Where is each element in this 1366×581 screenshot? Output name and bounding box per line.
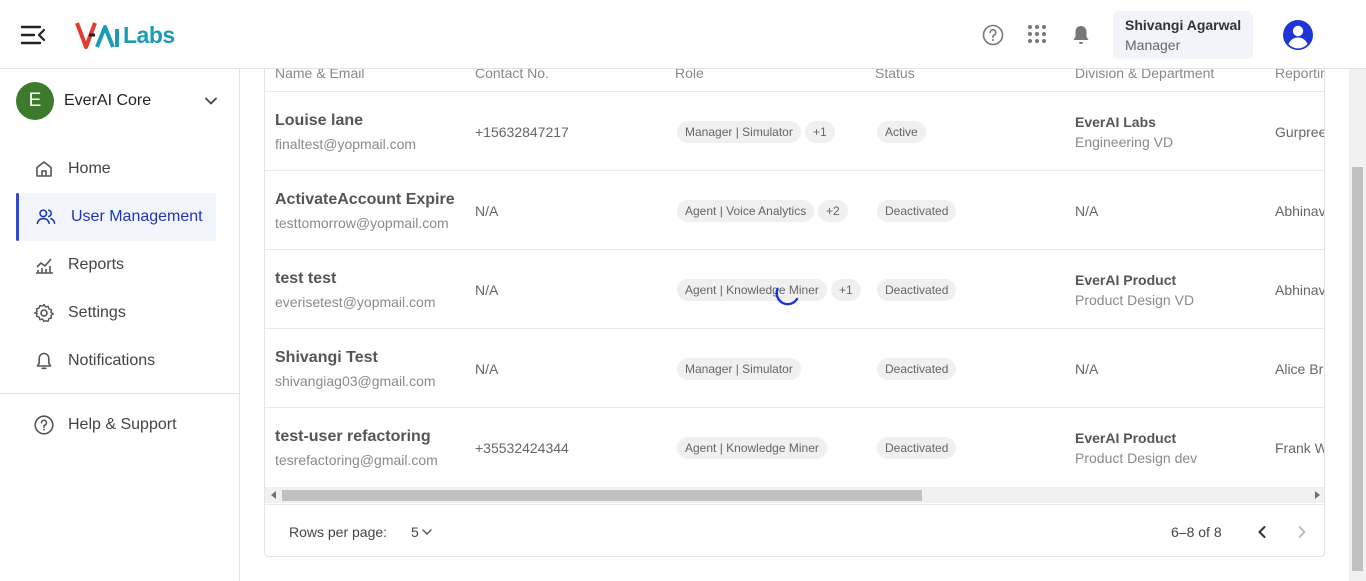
user-contact: +35532424344 bbox=[475, 440, 569, 456]
department-name: Product Design dev bbox=[1075, 450, 1198, 466]
user-email: everisetest@yopmail.com bbox=[275, 294, 436, 310]
status-badge: Deactivated bbox=[877, 200, 957, 222]
user-contact: N/A bbox=[475, 361, 499, 377]
user-contact: N/A bbox=[475, 203, 499, 219]
table-row[interactable]: Shivangi Test shivangiag03@gmail.com N/A… bbox=[265, 329, 1324, 408]
user-email: finaltest@yopmail.com bbox=[275, 136, 417, 152]
user-role: Manager bbox=[1125, 37, 1181, 53]
sidebar-item-home[interactable]: Home bbox=[0, 145, 239, 193]
table-row[interactable]: ActivateAccount Expire testtomorrow@yopm… bbox=[265, 171, 1325, 250]
loading-spinner-icon bbox=[775, 287, 799, 306]
reporting-manager: Frank W bbox=[1275, 440, 1325, 456]
sidebar-divider bbox=[0, 393, 239, 394]
sidebar-item-user-management[interactable]: User Management bbox=[16, 193, 216, 241]
logo-text: Labs bbox=[123, 21, 175, 48]
sidebar-item-label: User Management bbox=[71, 208, 203, 225]
rows-per-page-label: Rows per page: bbox=[289, 524, 388, 540]
sidebar-item-label: Help & Support bbox=[68, 416, 177, 433]
sidebar-item-settings[interactable]: Settings bbox=[0, 289, 239, 337]
page-range: 6–8 of 8 bbox=[1171, 524, 1222, 540]
chart-icon bbox=[34, 255, 54, 275]
org-avatar: E bbox=[16, 82, 54, 120]
org-switcher[interactable]: E EverAI Core bbox=[16, 82, 226, 120]
chevron-right-icon bbox=[1298, 526, 1306, 538]
division-name: EverAI Labs bbox=[1075, 114, 1156, 130]
scrollbar-thumb[interactable] bbox=[1352, 167, 1363, 571]
status-badge: Deactivated bbox=[877, 279, 957, 301]
top-header: Labs Shivangi Agarwal Manager bbox=[0, 0, 1366, 69]
sidebar: E EverAI Core Home User Management Repor… bbox=[0, 69, 240, 581]
user-email: tesrefactoring@gmail.com bbox=[275, 452, 438, 468]
reporting-manager: Abhinav bbox=[1275, 282, 1325, 298]
role-extra-chip[interactable]: +2 bbox=[818, 200, 848, 222]
chevron-left-icon bbox=[1258, 526, 1266, 538]
status-badge: Deactivated bbox=[877, 358, 957, 380]
menu-collapse-icon[interactable] bbox=[20, 22, 46, 48]
division-name: EverAI Product bbox=[1075, 430, 1177, 446]
bell-icon[interactable] bbox=[1071, 24, 1093, 46]
help-circle-icon[interactable] bbox=[982, 24, 1004, 46]
logo-mark bbox=[75, 22, 119, 49]
scroll-left-icon[interactable] bbox=[271, 491, 276, 499]
horizontal-scrollbar[interactable] bbox=[265, 487, 1324, 503]
user-email: testtomorrow@yopmail.com bbox=[275, 215, 449, 231]
sidebar-nav: Home User Management Reports Settings No… bbox=[0, 145, 239, 385]
sidebar-item-label: Notifications bbox=[68, 352, 156, 369]
bell-icon bbox=[34, 351, 54, 371]
user-email: shivangiag03@gmail.com bbox=[275, 373, 436, 389]
sidebar-item-reports[interactable]: Reports bbox=[0, 241, 239, 289]
chevron-down-icon bbox=[422, 529, 432, 535]
apps-grid-icon[interactable] bbox=[1027, 24, 1049, 46]
department-name: Product Design VD bbox=[1075, 292, 1195, 308]
sidebar-item-help-support[interactable]: Help & Support bbox=[0, 401, 239, 449]
division-name: N/A bbox=[1075, 203, 1099, 219]
previous-page-button[interactable] bbox=[1252, 522, 1272, 542]
user-name: Shivangi Test bbox=[275, 349, 378, 366]
scrollbar-thumb[interactable] bbox=[282, 490, 922, 501]
org-name: EverAI Core bbox=[64, 92, 152, 109]
role-chip: Agent | Voice Analytics bbox=[677, 200, 815, 222]
sidebar-item-label: Settings bbox=[68, 304, 126, 321]
user-name: test-user refactoring bbox=[275, 428, 431, 445]
user-avatar-icon[interactable] bbox=[1282, 19, 1314, 51]
sidebar-item-label: Reports bbox=[68, 256, 125, 273]
sidebar-item-label: Home bbox=[68, 160, 111, 177]
user-profile-chip[interactable]: Shivangi Agarwal Manager bbox=[1113, 11, 1253, 59]
gear-icon bbox=[34, 303, 54, 323]
role-chip: Manager | Simulator bbox=[677, 121, 801, 143]
next-page-button[interactable] bbox=[1292, 522, 1312, 542]
division-name: N/A bbox=[1075, 361, 1099, 377]
rows-per-page-select[interactable]: 5 bbox=[411, 522, 437, 542]
chevron-down-icon bbox=[205, 97, 217, 105]
app-logo[interactable]: Labs bbox=[75, 18, 175, 52]
user-name: Shivangi Agarwal bbox=[1125, 17, 1242, 33]
status-badge: Active bbox=[877, 121, 926, 143]
scroll-right-icon[interactable] bbox=[1315, 491, 1320, 499]
user-contact: +15632847217 bbox=[475, 124, 569, 140]
role-chip: Agent | Knowledge Miner bbox=[677, 279, 827, 301]
page-vertical-scrollbar[interactable] bbox=[1349, 69, 1366, 581]
users-icon bbox=[36, 207, 56, 227]
table-row[interactable]: Louise lane finaltest@yopmail.com +15632… bbox=[265, 92, 1325, 171]
user-contact: N/A bbox=[475, 282, 499, 298]
division-name: EverAI Product bbox=[1075, 272, 1177, 288]
reporting-manager: Abhinav bbox=[1275, 203, 1325, 219]
reporting-manager: Alice Br bbox=[1275, 361, 1324, 377]
table-row[interactable]: test-user refactoring tesrefactoring@gma… bbox=[265, 408, 1325, 487]
user-name: Louise lane bbox=[275, 112, 364, 129]
table-pagination: Rows per page: 5 6–8 of 8 bbox=[265, 504, 1324, 556]
user-name: test test bbox=[275, 270, 337, 287]
sidebar-item-notifications[interactable]: Notifications bbox=[0, 337, 239, 385]
rows-per-page-value: 5 bbox=[411, 524, 419, 540]
reporting-manager: Gurpree bbox=[1275, 124, 1325, 140]
home-icon bbox=[34, 159, 54, 179]
help-circle-icon bbox=[34, 415, 54, 435]
role-chip: Manager | Simulator bbox=[677, 358, 801, 380]
role-chip: Agent | Knowledge Miner bbox=[677, 437, 827, 459]
user-name: ActivateAccount Expire bbox=[275, 191, 455, 208]
role-extra-chip[interactable]: +1 bbox=[805, 121, 835, 143]
department-name: Engineering VD bbox=[1075, 134, 1174, 150]
role-extra-chip[interactable]: +1 bbox=[831, 279, 861, 301]
status-badge: Deactivated bbox=[877, 437, 957, 459]
